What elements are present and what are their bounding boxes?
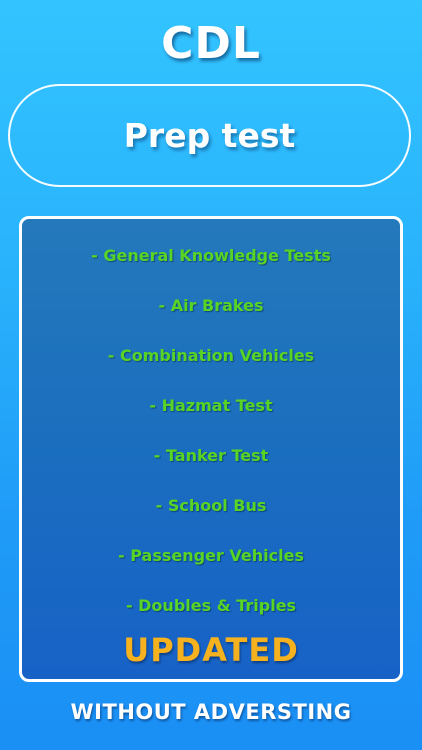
feature-school-bus: - School Bus — [155, 496, 267, 515]
feature-hazmat: - Hazmat Test — [149, 396, 273, 415]
feature-general-knowledge: - General Knowledge Tests — [91, 246, 331, 265]
feature-list: - General Knowledge Tests - Air Brakes -… — [22, 239, 400, 639]
app-title: CDL — [161, 18, 261, 69]
feature-combination-vehicles: - Combination Vehicles — [107, 346, 315, 365]
feature-passenger-vehicles: - Passenger Vehicles — [118, 546, 304, 565]
prep-test-banner: Prep test — [8, 84, 411, 187]
features-panel: - General Knowledge Tests - Air Brakes -… — [19, 216, 403, 682]
feature-air-brakes: - Air Brakes — [158, 296, 264, 315]
prep-test-label: Prep test — [123, 116, 296, 155]
footer-tagline: WITHOUT ADVERSTING — [70, 700, 352, 724]
feature-tanker: - Tanker Test — [153, 446, 269, 465]
updated-label: UPDATED — [123, 631, 299, 669]
